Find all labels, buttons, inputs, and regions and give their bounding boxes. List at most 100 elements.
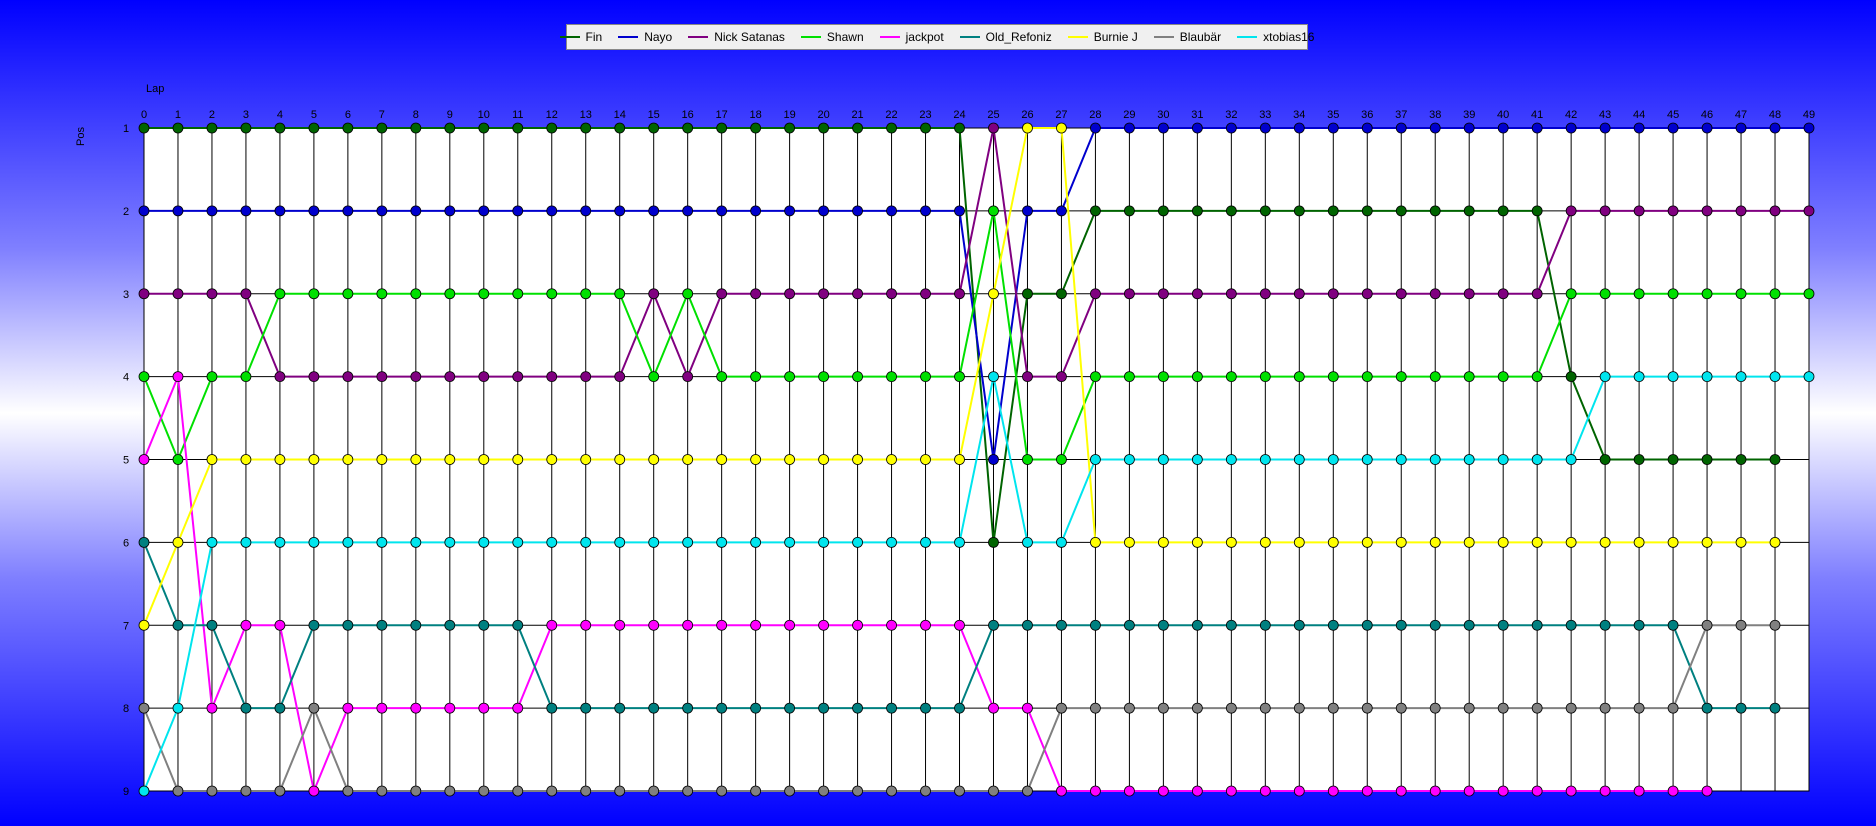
data-point-fin [1633, 454, 1645, 465]
data-point-shawn [1259, 371, 1271, 383]
data-point-fin [954, 122, 965, 134]
data-point-old-refoniz [376, 619, 388, 631]
y-tick-label: 8 [123, 703, 129, 715]
data-point-nick-satanas [1022, 371, 1033, 383]
data-point-blaub-r [1395, 702, 1407, 714]
data-point-nick-satanas [1497, 288, 1509, 300]
data-point-nick-satanas [886, 288, 897, 300]
x-tick-label: 36 [1361, 109, 1373, 121]
x-tick-label: 15 [648, 109, 660, 121]
data-point-fin [852, 122, 863, 134]
data-point-fin [1429, 205, 1441, 217]
data-point-old-refoniz [206, 619, 218, 631]
data-point-blaub-r [1124, 702, 1135, 714]
data-point-old-refoniz [1090, 619, 1101, 631]
data-point-old-refoniz [1327, 619, 1339, 631]
data-point-fin [1735, 454, 1747, 465]
data-point-fin [206, 122, 218, 134]
data-point-xtobias16 [1293, 454, 1305, 465]
data-point-shawn [240, 371, 252, 383]
data-point-xtobias16 [920, 536, 931, 548]
data-point-fin [512, 122, 524, 134]
data-point-old-refoniz [1667, 619, 1679, 631]
x-tick-label: 34 [1293, 109, 1305, 121]
data-point-fin [1361, 205, 1373, 217]
data-point-nick-satanas [784, 288, 796, 300]
data-point-blaub-r [410, 785, 422, 797]
x-tick-label: 19 [783, 109, 795, 121]
data-point-jackpot [852, 619, 863, 631]
data-point-nick-satanas [716, 288, 728, 300]
data-point-nick-satanas [1531, 288, 1543, 300]
data-point-burnie-j [954, 454, 965, 465]
x-tick-label: 35 [1327, 109, 1339, 121]
data-point-fin [308, 122, 320, 134]
data-point-fin [818, 122, 829, 134]
data-point-fin [1463, 205, 1475, 217]
data-point-jackpot [784, 619, 796, 631]
data-point-old-refoniz [682, 702, 694, 714]
data-point-old-refoniz [512, 619, 524, 631]
data-point-jackpot [682, 619, 694, 631]
data-point-nick-satanas [1735, 205, 1747, 217]
data-point-fin [240, 122, 252, 134]
data-point-shawn [1429, 371, 1441, 383]
data-point-old-refoniz [444, 619, 456, 631]
data-point-old-refoniz [1769, 702, 1781, 714]
data-point-jackpot [410, 702, 422, 714]
data-point-blaub-r [1497, 702, 1509, 714]
data-point-xtobias16 [1803, 371, 1815, 383]
data-point-burnie-j [682, 454, 694, 465]
data-point-nick-satanas [988, 122, 999, 134]
data-point-nayo [478, 205, 490, 217]
data-point-blaub-r [1191, 702, 1203, 714]
x-tick-label: 38 [1429, 109, 1441, 121]
data-point-shawn [1056, 454, 1067, 465]
legend-swatch [618, 36, 639, 38]
data-point-nayo [138, 205, 150, 217]
data-point-burnie-j [784, 454, 796, 465]
data-point-fin [682, 122, 694, 134]
data-point-xtobias16 [1633, 371, 1645, 383]
data-point-blaub-r [1293, 702, 1305, 714]
data-point-fin [1327, 205, 1339, 217]
data-point-jackpot [444, 702, 456, 714]
y-tick-label: 9 [123, 786, 129, 798]
data-point-shawn [1090, 371, 1101, 383]
data-point-jackpot [274, 619, 286, 631]
data-point-shawn [1327, 371, 1339, 383]
data-point-old-refoniz [1395, 619, 1407, 631]
data-point-fin [716, 122, 728, 134]
data-point-old-refoniz [1701, 702, 1713, 714]
data-point-jackpot [1124, 785, 1135, 797]
data-point-old-refoniz [1191, 619, 1203, 631]
x-tick-label: 9 [447, 109, 453, 121]
x-tick-label: 18 [750, 109, 762, 121]
data-point-shawn [1565, 288, 1577, 300]
data-point-nayo [1022, 205, 1033, 217]
data-point-xtobias16 [410, 536, 422, 548]
data-point-nayo [1633, 122, 1645, 134]
data-point-shawn [682, 288, 694, 300]
x-tick-label: 12 [546, 109, 558, 121]
x-tick-label: 44 [1633, 109, 1645, 121]
data-point-xtobias16 [954, 536, 965, 548]
x-tick-label: 31 [1191, 109, 1203, 121]
data-point-nayo [954, 205, 965, 217]
legend-swatch [559, 36, 580, 38]
data-point-nayo [784, 205, 796, 217]
data-point-nayo [410, 205, 422, 217]
data-point-blaub-r [648, 785, 660, 797]
data-point-nick-satanas [478, 371, 490, 383]
data-point-jackpot [1531, 785, 1543, 797]
data-point-jackpot [1225, 785, 1237, 797]
y-tick-label: 7 [123, 620, 129, 632]
data-point-xtobias16 [308, 536, 320, 548]
data-point-nick-satanas [274, 371, 286, 383]
data-point-nayo [852, 205, 863, 217]
data-point-old-refoniz [852, 702, 863, 714]
data-point-nayo [1565, 122, 1577, 134]
data-point-old-refoniz [240, 702, 252, 714]
data-point-xtobias16 [1667, 371, 1679, 383]
data-point-shawn [172, 454, 184, 465]
